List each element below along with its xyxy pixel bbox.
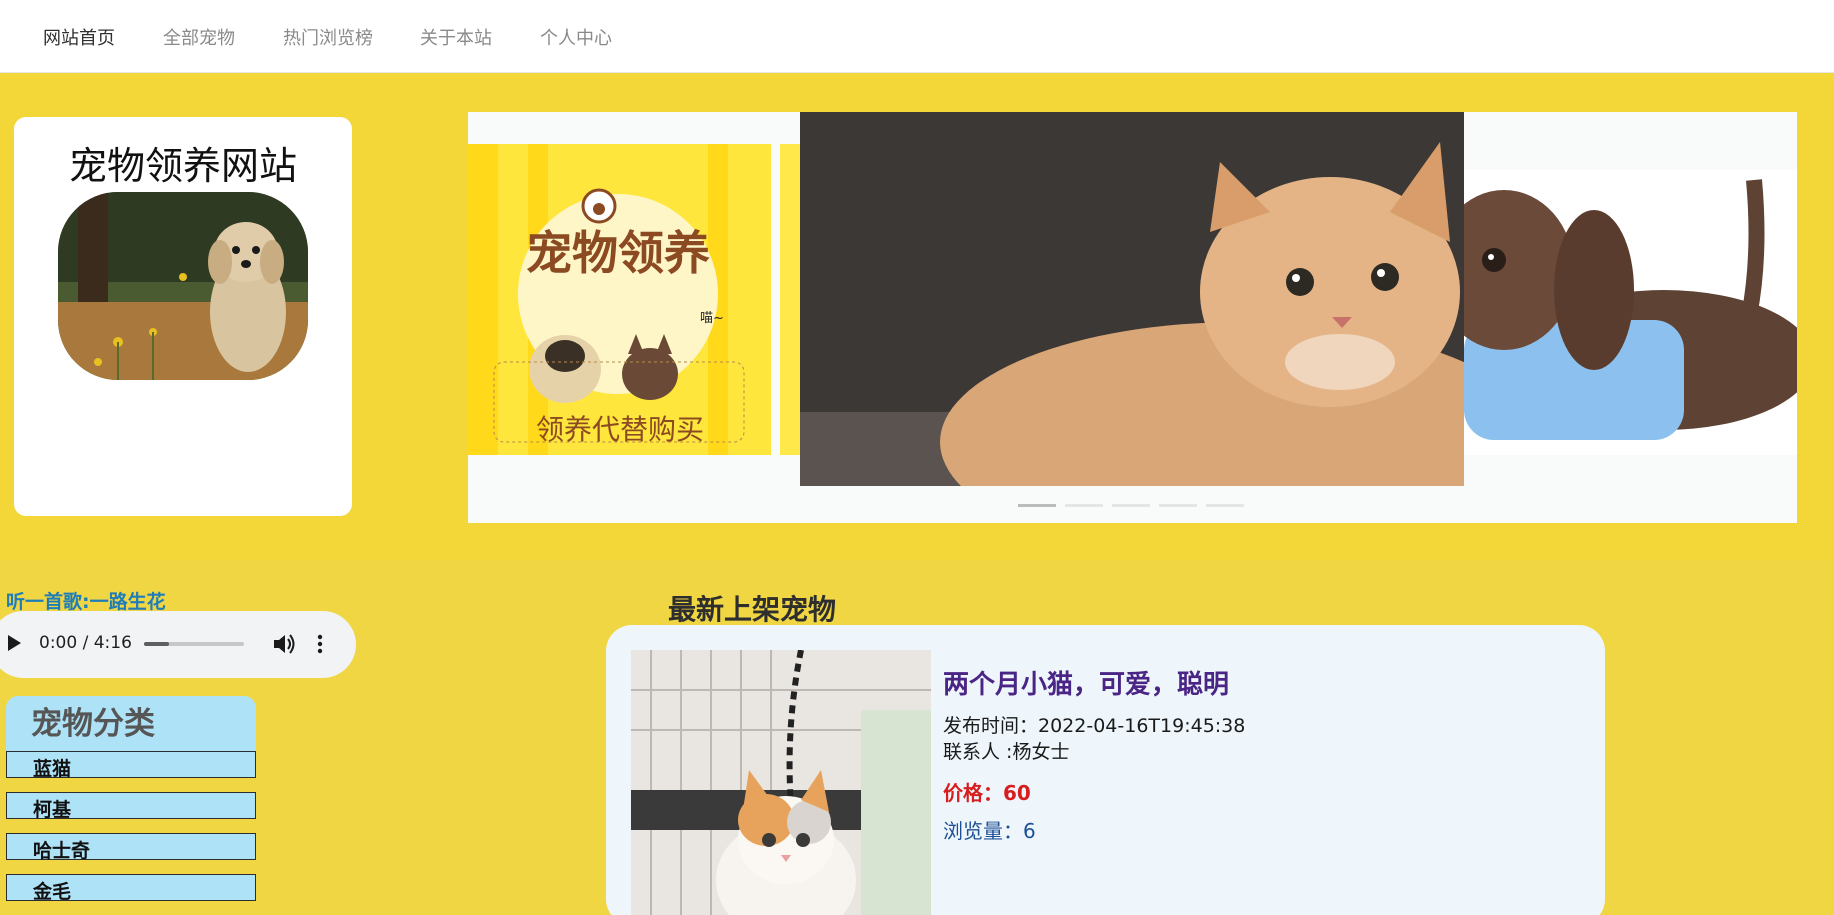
- banner-headline: 宠物领养: [526, 226, 710, 280]
- pet-views: 浏览量：6: [943, 819, 1036, 843]
- pet-publish-time: 发布时间：2022-04-16T19:45:38: [943, 715, 1246, 737]
- nav-hot-ranking[interactable]: 热门浏览榜: [283, 24, 373, 50]
- carousel-indicators: [1018, 504, 1258, 508]
- nav-all-pets[interactable]: 全部宠物: [163, 24, 235, 50]
- carousel-slide-kitten[interactable]: [800, 112, 1464, 486]
- category-item-blue-cat[interactable]: 蓝猫: [6, 751, 256, 780]
- nav-about[interactable]: 关于本站: [420, 24, 492, 50]
- carousel-dot-3[interactable]: [1112, 504, 1150, 507]
- music-label: 听一首歌:一路生花: [6, 591, 166, 613]
- category-item-corgi[interactable]: 柯基: [6, 792, 256, 821]
- category-label: 金毛: [33, 881, 72, 903]
- audio-progress-bar[interactable]: [144, 642, 244, 646]
- carousel-slide-adoption-banner[interactable]: 宠物领养 喵~ 领养代替购买: [468, 144, 771, 455]
- carousel-slide-sliver: [780, 144, 800, 455]
- category-label: 柯基: [33, 799, 72, 821]
- audio-player: 0:00 / 4:16: [0, 611, 356, 678]
- carousel-dot-4[interactable]: [1159, 504, 1197, 507]
- kitten-image: [800, 112, 1464, 486]
- latest-pets-title: 最新上架宠物: [668, 593, 837, 626]
- pet-price: 价格：60: [943, 781, 1031, 805]
- category-item-husky[interactable]: 哈士奇: [6, 833, 256, 862]
- carousel-dot-5[interactable]: [1206, 504, 1244, 507]
- audio-progress-fill: [144, 642, 169, 646]
- carousel-dot-2[interactable]: [1065, 504, 1103, 507]
- adoption-banner-image: 宠物领养 喵~ 领养代替购买: [468, 144, 771, 455]
- nav-user-center[interactable]: 个人中心: [540, 24, 612, 50]
- banner-meow: 喵~: [700, 311, 724, 326]
- top-nav: 网站首页 全部宠物 热门浏览榜 关于本站 个人中心: [0, 0, 1834, 73]
- puppy-image: [1464, 170, 1797, 455]
- dog-photo-image: [58, 192, 308, 380]
- pet-contact: 联系人 :杨女士: [943, 741, 1070, 763]
- category-header: 宠物分类: [6, 696, 256, 752]
- audio-time: 0:00 / 4:16: [39, 633, 132, 653]
- site-dog-photo: [58, 192, 308, 380]
- pet-title[interactable]: 两个月小猫，可爱，聪明: [943, 664, 1229, 701]
- category-label: 哈士奇: [33, 840, 91, 862]
- pet-photo[interactable]: [631, 650, 931, 915]
- site-title: 宠物领养网站: [68, 144, 297, 188]
- category-panel: 宠物分类 蓝猫 柯基 哈士奇 金毛: [6, 696, 256, 915]
- play-icon[interactable]: [8, 635, 21, 651]
- category-label: 蓝猫: [33, 758, 72, 780]
- carousel-dot-1[interactable]: [1018, 504, 1056, 507]
- pet-card[interactable]: 两个月小猫，可爱，聪明 发布时间：2022-04-16T19:45:38 联系人…: [606, 625, 1605, 915]
- more-options-icon[interactable]: [316, 633, 324, 655]
- kitten-cage-image: [631, 650, 931, 915]
- site-card: 宠物领养网站: [14, 117, 352, 516]
- volume-icon[interactable]: [272, 633, 296, 655]
- banner-subline: 领养代替购买: [536, 413, 704, 446]
- nav-home[interactable]: 网站首页: [43, 24, 115, 50]
- carousel-slide-puppy[interactable]: [1464, 170, 1797, 455]
- image-carousel[interactable]: 宠物领养 喵~ 领养代替购买: [468, 112, 1797, 523]
- category-item-golden[interactable]: 金毛: [6, 874, 256, 903]
- category-title: 宠物分类: [31, 706, 155, 742]
